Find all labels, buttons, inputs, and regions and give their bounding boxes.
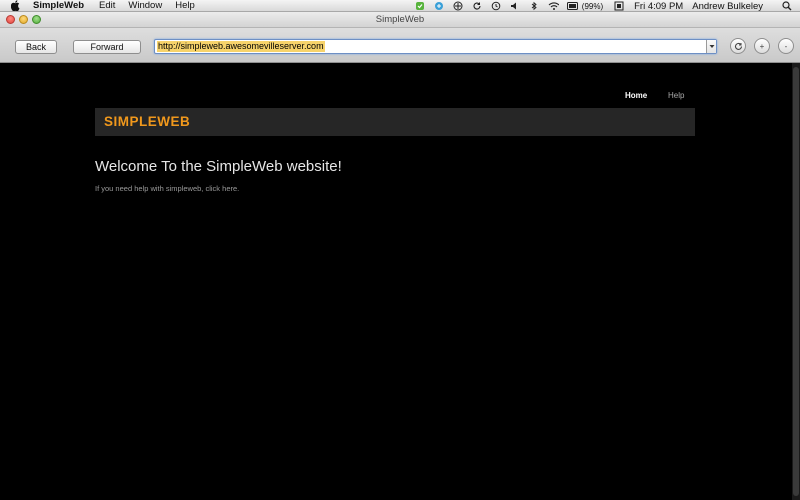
- dropbox-icon[interactable]: [453, 1, 464, 11]
- menu-window[interactable]: Window: [128, 0, 162, 12]
- scrollbar-thumb[interactable]: [793, 67, 799, 496]
- menu-help[interactable]: Help: [175, 0, 195, 12]
- menu-edit[interactable]: Edit: [99, 0, 115, 12]
- site-header-banner: SIMPLEWEB: [95, 108, 695, 136]
- url-field[interactable]: http://simpleweb.awesomevilleserver.com: [154, 39, 717, 54]
- menubar-clock[interactable]: Fri 4:09 PM: [634, 1, 683, 12]
- window-title: SimpleWeb: [375, 14, 425, 25]
- nav-home-link[interactable]: Home: [625, 91, 647, 100]
- reload-icon: [734, 42, 742, 50]
- zoom-in-button[interactable]: +: [754, 38, 770, 54]
- refresh-sync-icon[interactable]: [472, 1, 483, 11]
- nav-help-link[interactable]: Help: [668, 91, 684, 100]
- spotlight-search-icon[interactable]: [781, 1, 792, 11]
- input-source-icon[interactable]: [613, 1, 624, 11]
- browser-toolbar: Back Forward http://simpleweb.awesomevil…: [0, 28, 800, 63]
- wifi-icon[interactable]: [548, 1, 559, 11]
- url-dropdown-button[interactable]: [706, 40, 716, 53]
- status-area: (99%) Fri 4:09 PM Andrew Bulkeley: [411, 0, 800, 12]
- chevron-down-icon: [709, 45, 714, 48]
- time-machine-icon[interactable]: [491, 1, 502, 11]
- help-here-link[interactable]: here: [222, 184, 237, 193]
- sync-icon[interactable]: [434, 1, 445, 11]
- back-button[interactable]: Back: [15, 40, 57, 54]
- url-text: http://simpleweb.awesomevilleserver.com: [157, 41, 325, 52]
- volume-icon[interactable]: [510, 1, 521, 11]
- vertical-scrollbar[interactable]: [792, 63, 800, 500]
- apple-icon[interactable]: [11, 0, 23, 11]
- battery-icon[interactable]: [566, 1, 578, 11]
- page-heading: Welcome To the SimpleWeb website!: [95, 158, 342, 175]
- site-logo[interactable]: SIMPLEWEB: [104, 114, 190, 129]
- window-title-bar[interactable]: SimpleWeb: [0, 12, 800, 28]
- menu-app-name[interactable]: SimpleWeb: [33, 0, 84, 12]
- web-content: Home Help SIMPLEWEB Welcome To the Simpl…: [0, 63, 792, 500]
- help-text-prefix: If you need help with simpleweb, click: [95, 184, 223, 193]
- battery-percent: (99%): [581, 1, 604, 11]
- evernote-icon[interactable]: [415, 1, 426, 11]
- forward-button[interactable]: Forward: [73, 40, 141, 54]
- zoom-out-button[interactable]: -: [778, 38, 794, 54]
- user-name[interactable]: Andrew Bulkeley: [692, 1, 763, 12]
- help-text-suffix: .: [237, 184, 240, 193]
- bluetooth-icon[interactable]: [529, 1, 540, 11]
- help-text: If you need help with simpleweb, click h…: [95, 184, 239, 193]
- menu-bar: SimpleWeb Edit Window Help (99%) Fri 4:0…: [0, 0, 800, 12]
- reload-button[interactable]: [730, 38, 746, 54]
